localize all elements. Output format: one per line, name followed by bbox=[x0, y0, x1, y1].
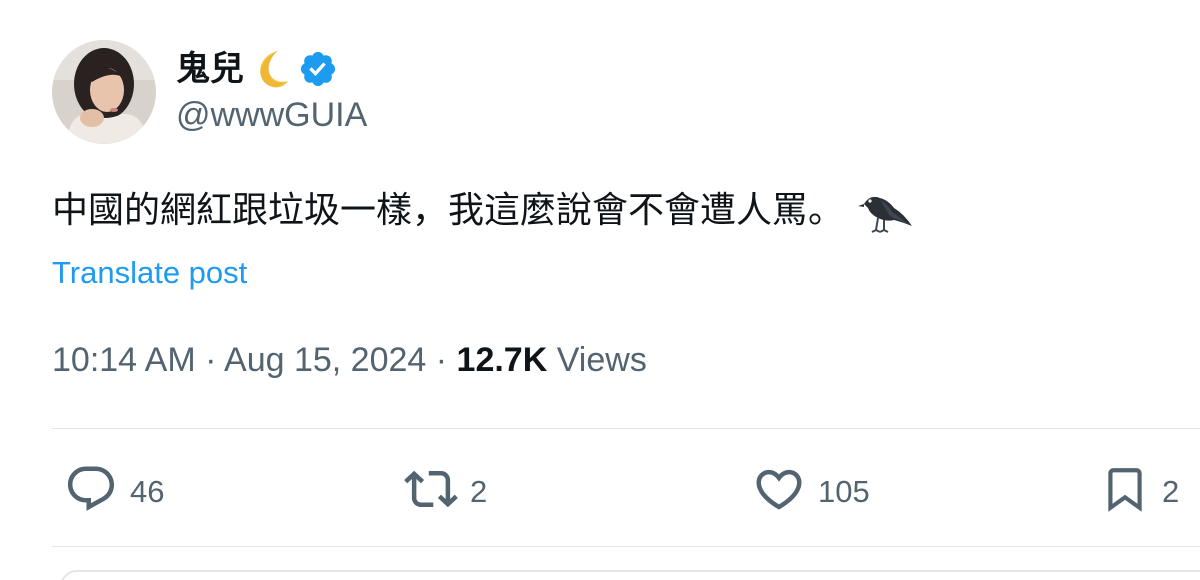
author-handle[interactable]: @wwwGUIA bbox=[176, 98, 367, 132]
views-label: Views bbox=[556, 341, 647, 379]
like-button[interactable]: 105 bbox=[752, 464, 870, 518]
verified-badge-icon[interactable] bbox=[298, 49, 338, 89]
repost-count: 2 bbox=[470, 473, 488, 509]
views-count: 12.7K bbox=[456, 341, 548, 379]
tweet-date[interactable]: Aug 15, 2024 bbox=[224, 341, 426, 379]
tweet-text-content: 中國的網紅跟垃圾一樣，我這麼說會不會遭人罵。 bbox=[52, 189, 845, 231]
reply-icon bbox=[64, 462, 118, 521]
reply-composer-edge[interactable] bbox=[60, 570, 1200, 580]
meta-separator-2: · bbox=[435, 341, 448, 379]
tweet-time[interactable]: 10:14 AM bbox=[52, 341, 196, 379]
bookmark-button[interactable]: 2 bbox=[1100, 464, 1179, 518]
display-name[interactable]: 鬼兒 bbox=[176, 52, 244, 86]
reply-count: 46 bbox=[130, 473, 165, 509]
crow-icon bbox=[858, 186, 914, 236]
tweet-metadata: 10:14 AM · Aug 15, 2024 · 12.7K Views bbox=[52, 340, 647, 381]
crescent-moon-icon bbox=[248, 47, 290, 91]
bookmark-icon bbox=[1100, 462, 1150, 521]
divider-top bbox=[52, 428, 1200, 429]
repost-button[interactable]: 2 bbox=[404, 464, 487, 518]
reply-button[interactable]: 46 bbox=[64, 464, 164, 518]
repost-icon bbox=[404, 462, 458, 521]
bookmark-count: 2 bbox=[1162, 473, 1180, 509]
author-name-row: 鬼兒 bbox=[176, 44, 338, 94]
tweet-detail: 鬼兒 @wwwGUIA 中國的網紅跟垃圾一樣，我這麼說會不會遭人罵。 Trans… bbox=[0, 0, 1200, 580]
divider-bottom bbox=[52, 546, 1200, 547]
meta-separator: · bbox=[205, 341, 217, 379]
tweet-text: 中國的網紅跟垃圾一樣，我這麼說會不會遭人罵。 bbox=[52, 186, 914, 236]
avatar[interactable] bbox=[52, 40, 156, 144]
heart-icon bbox=[752, 462, 806, 521]
like-count: 105 bbox=[818, 473, 870, 509]
translate-post-link[interactable]: Translate post bbox=[52, 254, 247, 291]
